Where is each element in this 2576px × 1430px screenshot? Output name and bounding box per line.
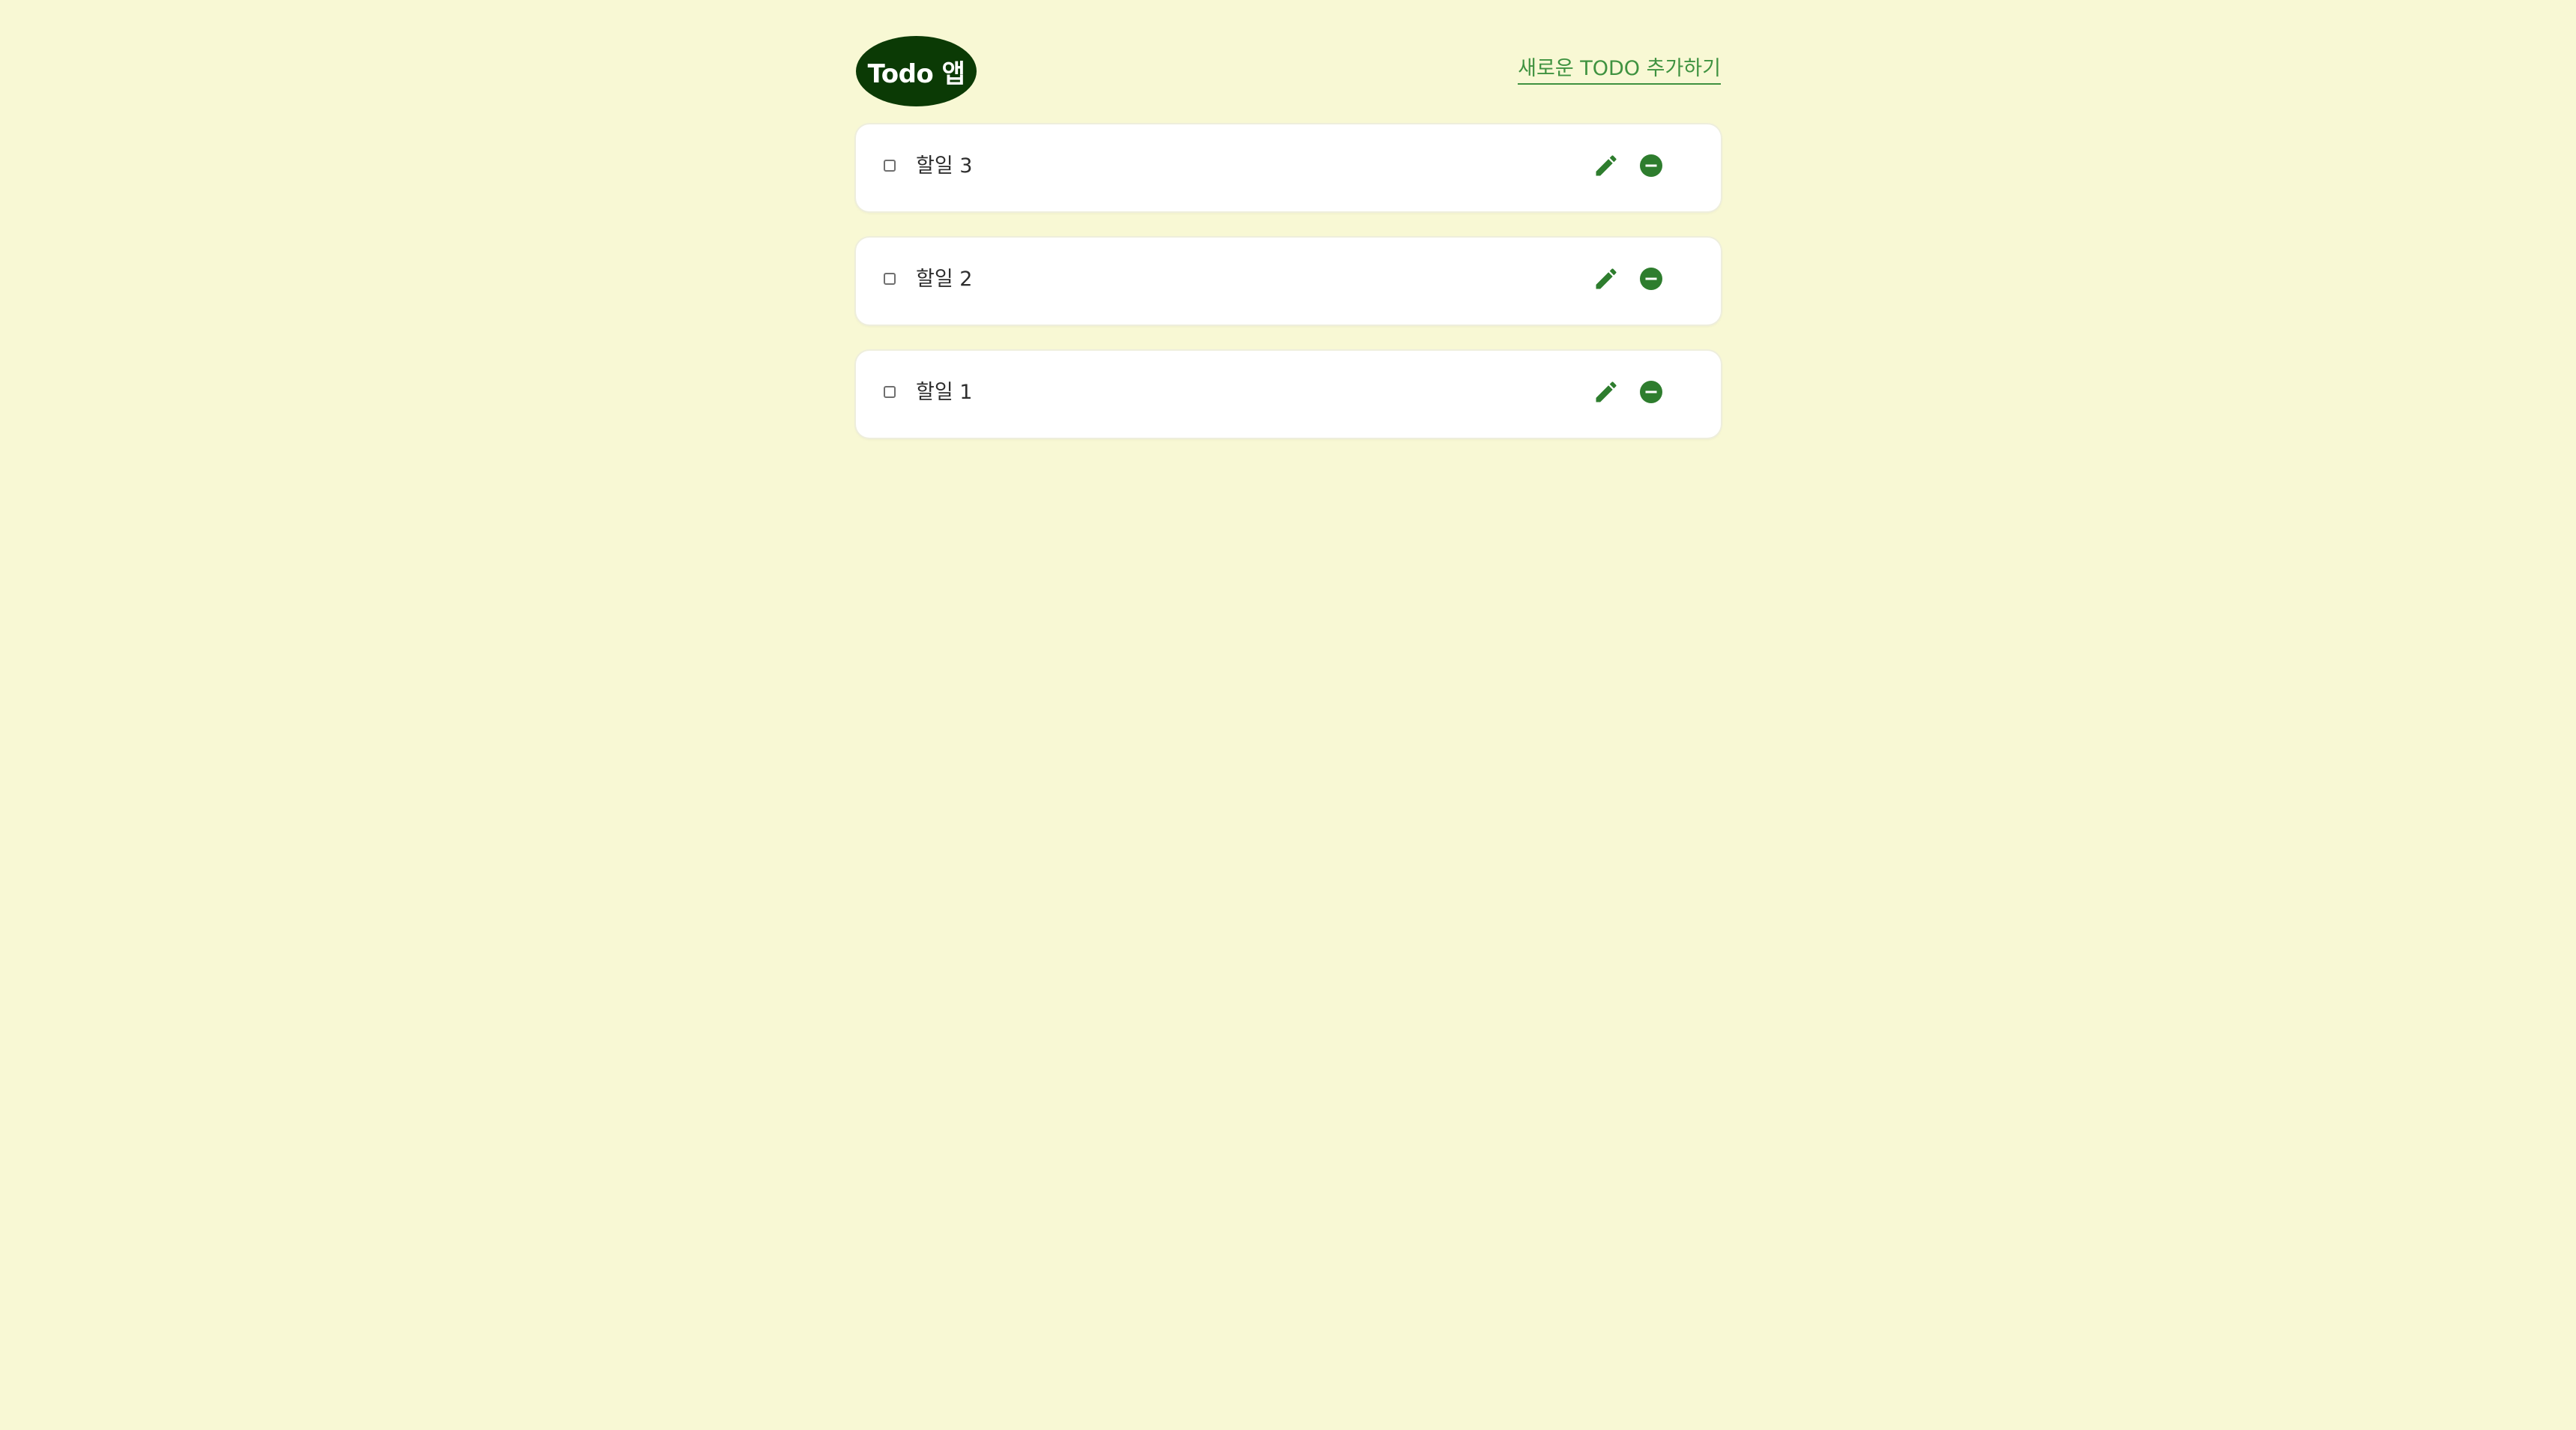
todo-title: 할일 3: [916, 154, 973, 178]
todo-title: 할일 2: [916, 268, 973, 291]
add-todo-link[interactable]: 새로운 TODO 추가하기: [1518, 55, 1721, 85]
todo-checkbox[interactable]: [884, 273, 896, 285]
pencil-icon[interactable]: [1593, 378, 1620, 405]
pencil-icon[interactable]: [1593, 265, 1620, 292]
todo-checkbox[interactable]: [884, 160, 896, 172]
todo-item: 할일 3: [856, 124, 1721, 211]
minus-circle-icon[interactable]: [1638, 265, 1665, 292]
todo-checkbox[interactable]: [884, 386, 896, 398]
todo-item: 할일 1: [856, 351, 1721, 438]
todo-list: 할일 3 할일 2 할일 1: [856, 124, 1721, 438]
app-container: Todo 앱 새로운 TODO 추가하기 할일 3 할일 2 할일 1: [856, 36, 1721, 464]
todo-item: 할일 2: [856, 238, 1721, 325]
header: Todo 앱 새로운 TODO 추가하기: [856, 36, 1721, 106]
minus-circle-icon[interactable]: [1638, 152, 1665, 179]
todo-title: 할일 1: [916, 381, 973, 404]
app-logo[interactable]: Todo 앱: [856, 36, 977, 106]
pencil-icon[interactable]: [1593, 152, 1620, 179]
minus-circle-icon[interactable]: [1638, 378, 1665, 405]
